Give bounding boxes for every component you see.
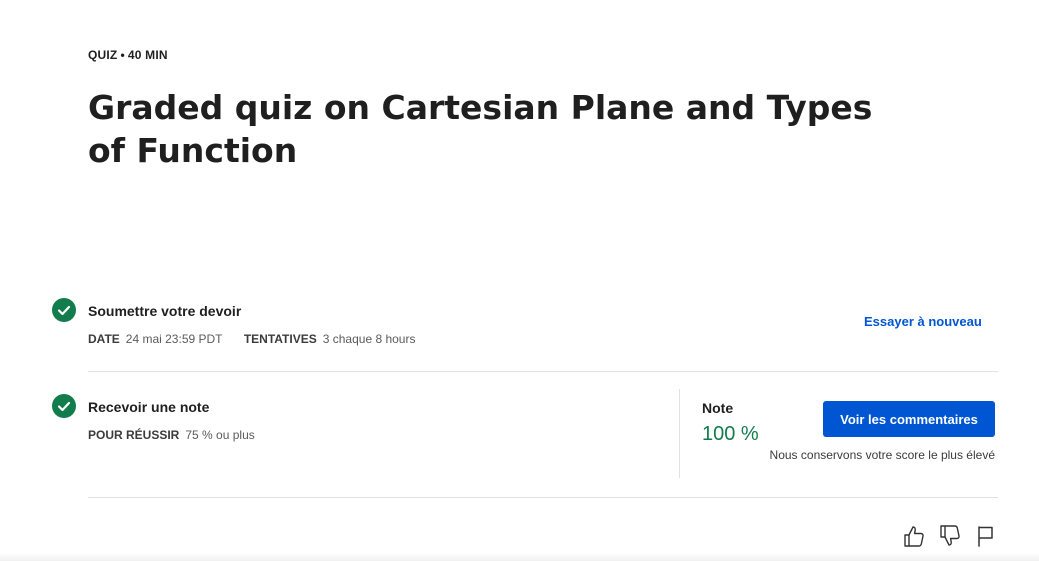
check-circle-icon: [52, 394, 76, 418]
bottom-shadow: [0, 553, 1039, 561]
divider: [88, 371, 998, 372]
grade-step-title: Recevoir une note: [88, 399, 210, 415]
duration-label: 40 MIN: [127, 48, 168, 62]
attempts-key: TENTATIVES: [243, 332, 317, 346]
attempts-value: 3 chaque 8 hours: [322, 332, 416, 346]
highest-score-note: Nous conservons votre score le plus élev…: [769, 448, 995, 462]
flag-icon[interactable]: [974, 523, 998, 549]
check-circle-icon: [52, 298, 76, 322]
grade-label: Note: [702, 400, 734, 416]
thumbs-up-icon[interactable]: [902, 523, 926, 549]
due-date-key: DATE: [88, 332, 120, 346]
divider: [88, 497, 998, 498]
submit-step-details: DATE 24 mai 23:59 PDT TENTATIVES 3 chaque …: [88, 332, 433, 346]
item-type-label: QUIZ: [88, 48, 118, 62]
grade-value: 100 %: [702, 423, 759, 445]
vertical-divider: [679, 389, 680, 478]
retry-link[interactable]: Essayer à nouveau: [864, 314, 982, 329]
quiz-meta: QUIZ • 40 MIN: [88, 48, 168, 62]
view-feedback-button[interactable]: Voir les commentaires: [823, 401, 995, 437]
page-title: Graded quiz on Cartesian Plane and Types…: [88, 88, 873, 170]
meta-separator: •: [120, 48, 125, 62]
thumbs-down-icon[interactable]: [938, 523, 962, 549]
submit-step-title: Soumettre votre devoir: [88, 303, 242, 319]
passing-key: POUR RÉUSSIR: [88, 428, 180, 442]
passing-value: 75 % ou plus: [185, 428, 255, 442]
due-date-value: 24 mai 23:59 PDT: [125, 332, 223, 346]
grade-step-details: POUR RÉUSSIR 75 % ou plus: [88, 428, 273, 442]
